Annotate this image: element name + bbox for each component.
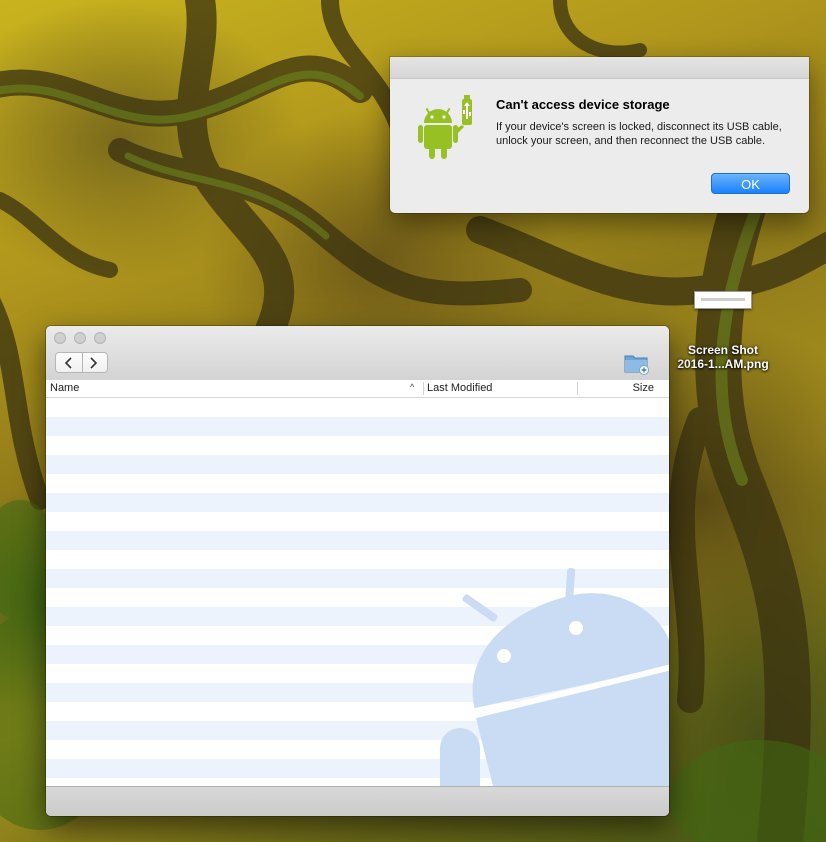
file-list[interactable] xyxy=(46,398,669,787)
new-folder-icon[interactable] xyxy=(624,351,650,375)
close-button[interactable] xyxy=(54,332,66,344)
image-file-icon xyxy=(694,291,752,309)
chevron-right-icon xyxy=(90,357,98,369)
navigation-buttons xyxy=(55,352,108,373)
desktop-file-screenshot[interactable]: Screen Shot 2016-1...AM.png xyxy=(672,288,774,371)
column-name[interactable]: Name xyxy=(50,382,79,394)
column-divider[interactable] xyxy=(577,382,578,395)
alert-message: If your device's screen is locked, disco… xyxy=(496,121,782,147)
column-divider[interactable] xyxy=(423,382,424,395)
alert-title: Can't access device storage xyxy=(496,97,670,112)
desktop-file-label: Screen Shot 2016-1...AM.png xyxy=(672,343,774,371)
sort-ascending-icon: ^ xyxy=(410,382,415,392)
window-toolbar xyxy=(46,326,669,381)
back-button[interactable] xyxy=(56,353,83,372)
file-label-line1: Screen Shot xyxy=(687,343,759,357)
ok-button[interactable]: OK xyxy=(711,173,790,194)
alert-title-bar xyxy=(390,57,809,79)
file-browser-window: Name ^ Last Modified Size xyxy=(46,326,669,816)
android-logo-icon xyxy=(440,568,669,787)
minimize-button[interactable] xyxy=(74,332,86,344)
android-usb-icon xyxy=(418,95,472,159)
column-last-modified[interactable]: Last Modified xyxy=(427,382,492,394)
status-bar xyxy=(46,786,669,816)
alert-dialog: Can't access device storage If your devi… xyxy=(390,57,809,213)
chevron-left-icon xyxy=(64,357,72,369)
zoom-button[interactable] xyxy=(94,332,106,344)
forward-button[interactable] xyxy=(82,353,108,372)
column-header: Name ^ Last Modified Size xyxy=(46,380,669,398)
column-size[interactable]: Size xyxy=(633,382,654,394)
file-label-line2: 2016-1...AM.png xyxy=(677,357,769,371)
